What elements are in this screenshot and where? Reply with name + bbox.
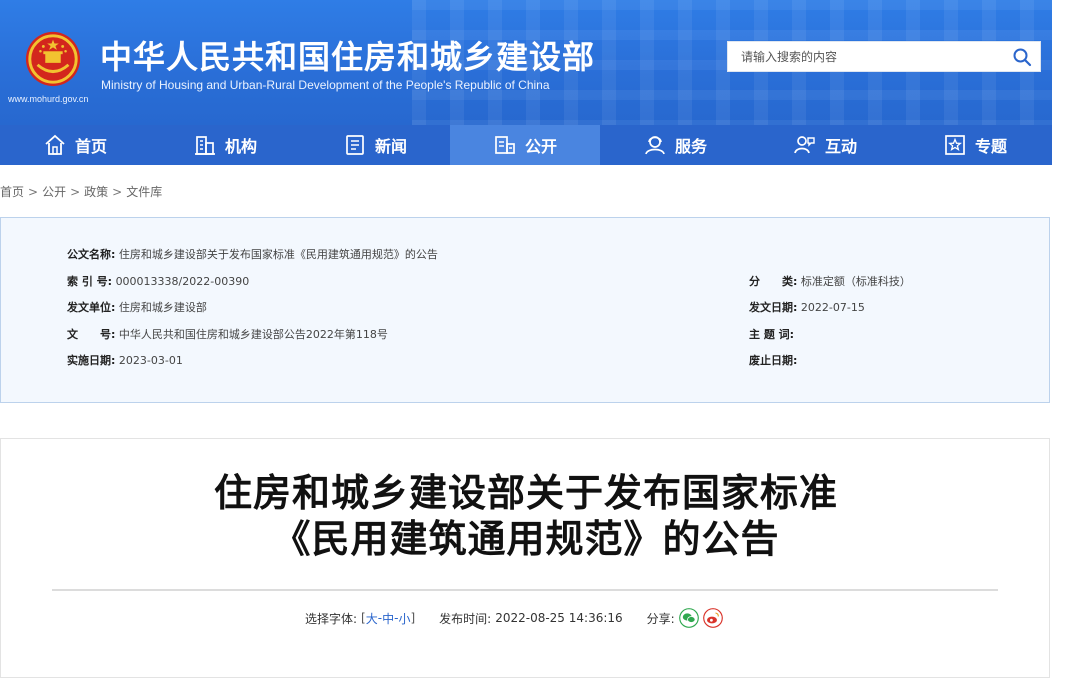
nav-item-public[interactable]: 公开 bbox=[450, 125, 600, 165]
document-info-box: 公文名称: 住房和城乡建设部关于发布国家标准《民用建筑通用规范》的公告 索 引 … bbox=[0, 217, 1050, 403]
publish-time-label: 发布时间: bbox=[439, 611, 492, 626]
font-size-label: 选择字体: bbox=[305, 611, 358, 626]
nav-item-service[interactable]: 服务 bbox=[600, 125, 750, 165]
doc-name-value: 住房和城乡建设部关于发布国家标准《民用建筑通用规范》的公告 bbox=[118, 248, 438, 261]
breadcrumb-item-public[interactable]: 公开 bbox=[42, 185, 66, 199]
interact-icon bbox=[794, 136, 815, 154]
article-title-line2: 《民用建筑通用规范》的公告 bbox=[272, 517, 780, 561]
nav-item-news[interactable]: 新闻 bbox=[300, 125, 450, 165]
public-info-icon bbox=[495, 136, 515, 154]
info-issue-date: 发文日期: 2022-07-15 bbox=[749, 301, 865, 314]
article-meta: 选择字体: [ 大 - 中 - 小 ] 发布时间: 2022-08-25 14:… bbox=[305, 608, 723, 628]
star-topic-icon bbox=[945, 135, 965, 155]
nav-item-label: 互动 bbox=[824, 137, 857, 156]
weibo-icon[interactable] bbox=[702, 608, 723, 628]
article-title-line1: 住房和城乡建设部关于发布国家标准 bbox=[213, 471, 838, 515]
nav-item-interact[interactable]: 互动 bbox=[750, 125, 900, 165]
nav-item-label: 专题 bbox=[974, 137, 1007, 156]
building-icon bbox=[194, 136, 215, 155]
font-size-large-link[interactable]: 大 bbox=[366, 610, 378, 627]
national-emblem-icon bbox=[25, 31, 81, 87]
nav-item-label: 新闻 bbox=[374, 137, 407, 156]
search-icon[interactable] bbox=[1012, 47, 1032, 67]
main-nav: 首页 机构 新闻 公开 服务 互动 专题 bbox=[0, 125, 1052, 165]
site-subtitle: Ministry of Housing and Urban-Rural Deve… bbox=[101, 78, 550, 92]
breadcrumb-item-library[interactable]: 文件库 bbox=[126, 185, 162, 199]
home-icon bbox=[45, 134, 65, 155]
breadcrumb-item-policy[interactable]: 政策 bbox=[84, 185, 108, 199]
article-title: 住房和城乡建设部关于发布国家标准 《民用建筑通用规范》的公告 bbox=[0, 470, 1052, 562]
effective-date-value: 2023-03-01 bbox=[118, 354, 183, 367]
service-icon bbox=[645, 136, 665, 155]
nav-item-topic[interactable]: 专题 bbox=[900, 125, 1050, 165]
info-repeal-date: 废止日期: bbox=[749, 354, 798, 367]
site-title[interactable]: 中华人民共和国住房和城乡建设部 bbox=[100, 32, 595, 78]
site-url[interactable]: www.mohurd.gov.cn bbox=[8, 94, 88, 104]
font-size-medium-link[interactable]: 中 bbox=[382, 610, 394, 627]
nav-item-label: 服务 bbox=[674, 137, 707, 156]
nav-item-label: 机构 bbox=[224, 137, 257, 156]
breadcrumb: 首页 > 公开 > 政策 > 文件库 bbox=[0, 185, 163, 199]
info-category: 分 类: 标准定额（标准科技） bbox=[749, 275, 911, 288]
info-issuer: 发文单位: 住房和城乡建设部 bbox=[67, 301, 207, 314]
title-divider bbox=[52, 589, 998, 591]
search-box bbox=[727, 41, 1041, 72]
font-size-small-link[interactable]: 小 bbox=[398, 610, 410, 627]
wechat-icon[interactable] bbox=[678, 608, 699, 628]
info-effective-date: 实施日期: 2023-03-01 bbox=[67, 354, 183, 367]
info-keywords: 主 题 词: bbox=[749, 328, 795, 341]
info-doc-name: 公文名称: 住房和城乡建设部关于发布国家标准《民用建筑通用规范》的公告 bbox=[67, 248, 438, 261]
info-doc-no: 文 号: 中华人民共和国住房和城乡建设部公告2022年第118号 bbox=[67, 328, 388, 341]
category-value: 标准定额（标准科技） bbox=[800, 275, 911, 288]
news-icon bbox=[346, 135, 364, 155]
issuer-value: 住房和城乡建设部 bbox=[118, 301, 207, 314]
nav-item-organization[interactable]: 机构 bbox=[150, 125, 300, 165]
publish-time-value: 2022-08-25 14:36:16 bbox=[495, 611, 623, 625]
nav-item-label: 公开 bbox=[524, 137, 557, 156]
info-index: 索 引 号: 000013338/2022-00390 bbox=[67, 275, 250, 288]
breadcrumb-item-home[interactable]: 首页 bbox=[0, 185, 24, 199]
site-header: www.mohurd.gov.cn 中华人民共和国住房和城乡建设部 Minist… bbox=[0, 0, 1052, 125]
share-label: 分享: bbox=[646, 611, 675, 626]
search-input[interactable] bbox=[728, 42, 998, 71]
index-value: 000013338/2022-00390 bbox=[115, 275, 250, 288]
issue-date-value: 2022-07-15 bbox=[800, 301, 865, 314]
doc-no-value: 中华人民共和国住房和城乡建设部公告2022年第118号 bbox=[118, 328, 388, 341]
nav-item-home[interactable]: 首页 bbox=[0, 125, 150, 165]
nav-item-label: 首页 bbox=[74, 137, 107, 156]
